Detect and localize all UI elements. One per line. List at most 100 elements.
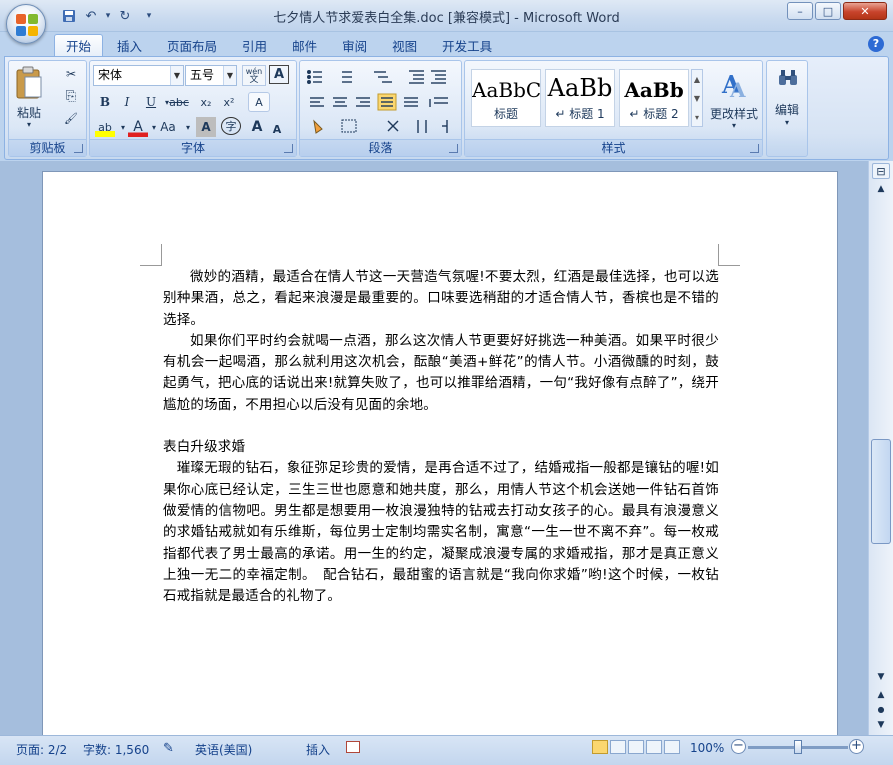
style-sample: AaBb <box>547 74 613 102</box>
draft-view-icon[interactable] <box>664 740 680 754</box>
change-styles-button[interactable]: A A 更改样式 ▾ <box>707 65 761 137</box>
styles-label: 样式 <box>465 139 762 156</box>
styles-launcher-icon[interactable] <box>750 144 759 153</box>
zoom-level[interactable]: 100% <box>690 741 724 755</box>
font-launcher-icon[interactable] <box>284 144 293 153</box>
document-body[interactable]: 微妙的酒精，最适合在情人节这一天营造气氛喔!不要太烈，红酒是最佳选择，也可以选别… <box>163 267 719 607</box>
font-group: 宋体 ▼ 五号 ▼ wén 文 A B I U ▾ abc x₂ x² A ab ▾ … <box>89 60 297 157</box>
previous-page-icon[interactable]: ▲ <box>872 687 890 703</box>
tab-home[interactable]: 开始 <box>54 34 104 56</box>
editing-group[interactable]: 编辑 ▾ <box>766 60 808 157</box>
paragraph-group: 段落 <box>299 60 462 157</box>
styles-group: AaBbC 标题 AaBb ↵ 标题 1 AaBb ↵ 标题 2 ▲ ▼ ▾ A A… <box>464 60 763 157</box>
superscript-button[interactable]: x² <box>219 92 239 112</box>
outline-view-icon[interactable] <box>646 740 662 754</box>
character-border-button[interactable]: A <box>269 65 289 84</box>
subscript-button[interactable]: x₂ <box>196 92 216 112</box>
word-count[interactable]: 字数: 1,560 <box>83 741 149 758</box>
full-screen-reading-view-icon[interactable] <box>610 740 626 754</box>
tab-mailings[interactable]: 邮件 <box>281 34 328 56</box>
zoom-slider-thumb[interactable] <box>794 740 802 754</box>
print-layout-view-icon[interactable] <box>592 740 608 754</box>
cut-icon[interactable]: ✂ <box>61 64 81 84</box>
paste-dropdown-icon: ▾ <box>26 120 31 129</box>
clipboard-launcher-icon[interactable] <box>74 144 83 153</box>
close-button[interactable]: ✕ <box>843 2 887 20</box>
minimize-button[interactable]: – <box>787 2 813 20</box>
style-name: 标题 <box>493 107 518 121</box>
bold-button[interactable]: B <box>95 92 115 112</box>
font-size-value: 五号 <box>190 68 215 82</box>
paste-label: 粘贴 <box>16 106 41 120</box>
editing-button-label: 编辑 <box>774 103 799 117</box>
format-painter-icon[interactable]: 🖌 <box>61 108 81 128</box>
office-logo-icon <box>16 14 38 36</box>
style-tile-heading-1[interactable]: AaBb ↵ 标题 1 <box>545 69 615 127</box>
paragraph: 如果你们平时约会就喝一点酒，那么这次情人节更要好好挑选一种美酒。如果平时很少有机… <box>163 332 719 413</box>
font-name-value: 宋体 <box>98 68 123 82</box>
proofing-icon[interactable]: ✎ <box>163 741 174 756</box>
styles-scroll[interactable]: ▲ ▼ ▾ <box>691 69 703 127</box>
font-name-combo[interactable]: 宋体 ▼ <box>93 65 184 86</box>
tab-developer[interactable]: 开发工具 <box>431 34 503 56</box>
paragraph-launcher-icon[interactable] <box>449 144 458 153</box>
scroll-up-icon[interactable]: ▲ <box>872 181 890 197</box>
document-page[interactable]: 微妙的酒精，最适合在情人节这一天营造气氛喔!不要太烈，红酒是最佳选择，也可以选别… <box>42 171 838 735</box>
office-button[interactable] <box>6 4 46 44</box>
grow-font-button[interactable]: A <box>247 117 267 137</box>
zoom-out-button[interactable]: − <box>731 739 746 754</box>
help-icon[interactable]: ? <box>868 36 884 52</box>
crop-mark-top-right <box>718 244 740 266</box>
window-controls: – □ ✕ <box>787 2 887 20</box>
change-styles-label: 更改样式 <box>709 107 758 121</box>
ruler-toggle-icon[interactable]: ⊟ <box>872 163 890 179</box>
title-bar: ↶ ▾ ↻ ▾ 七夕情人节求爱表白全集.doc [兼容模式] - Microso… <box>0 0 893 44</box>
style-tile-heading-2[interactable]: AaBb ↵ 标题 2 <box>619 69 689 127</box>
language-indicator[interactable]: 英语(美国) <box>195 741 252 758</box>
paragraph-label: 段落 <box>300 139 461 156</box>
highlight-button[interactable]: ab <box>95 117 115 137</box>
change-case-dropdown-icon[interactable]: ▾ <box>178 117 198 137</box>
scroll-down-icon[interactable]: ▼ <box>872 669 890 685</box>
style-name: ↵ 标题 1 <box>555 107 605 121</box>
change-case-button[interactable]: Aa <box>158 117 178 137</box>
clear-formatting-button[interactable]: A <box>248 92 270 112</box>
paste-button[interactable]: 粘贴 ▾ <box>12 64 46 134</box>
strikethrough-button[interactable]: abc <box>169 92 189 112</box>
style-name: ↵ 标题 2 <box>629 107 679 121</box>
blank-paragraph <box>163 416 719 437</box>
select-browse-object-icon[interactable]: ● <box>872 702 890 718</box>
style-sample: AaBbC <box>472 78 540 102</box>
style-sample: AaBb <box>624 78 684 102</box>
paragraph: 璀璨无瑕的钻石，象征弥足珍贵的爱情，是再合适不过了，结婚戒指一般都是镶钻的喔!如… <box>163 460 719 605</box>
copy-icon[interactable]: ⎘ <box>61 86 81 106</box>
tab-page-layout[interactable]: 页面布局 <box>156 34 228 56</box>
ribbon-tabs: 开始 插入 页面布局 引用 邮件 审阅 视图 开发工具 <box>0 32 893 56</box>
tab-view[interactable]: 视图 <box>381 34 428 56</box>
maximize-button[interactable]: □ <box>815 2 841 20</box>
paragraph-tools-icon <box>306 69 448 134</box>
zoom-in-button[interactable]: + <box>849 739 864 754</box>
macro-record-icon[interactable] <box>346 741 360 753</box>
enclose-characters-button[interactable]: 字 <box>221 117 241 135</box>
tab-review[interactable]: 审阅 <box>331 34 378 56</box>
binoculars-icon <box>779 70 797 85</box>
insert-mode-indicator[interactable]: 插入 <box>306 741 330 758</box>
next-page-icon[interactable]: ▼ <box>872 717 890 733</box>
shrink-font-button[interactable]: A <box>267 119 287 139</box>
phonetic-guide-button[interactable]: wén 文 <box>242 65 266 86</box>
vertical-scrollbar[interactable]: ⊟ ▲ ▼ ▲ ● ▼ <box>868 161 893 735</box>
window-title: 七夕情人节求爱表白全集.doc [兼容模式] - Microsoft Word <box>273 11 620 26</box>
editing-dropdown-icon: ▾ <box>784 118 789 127</box>
scroll-thumb[interactable] <box>871 439 891 544</box>
change-styles-icon: A A <box>721 70 746 99</box>
style-tile-title[interactable]: AaBbC 标题 <box>471 69 541 127</box>
tab-insert[interactable]: 插入 <box>106 34 153 56</box>
tab-references[interactable]: 引用 <box>231 34 278 56</box>
font-size-combo[interactable]: 五号 ▼ <box>185 65 237 86</box>
character-shading-button[interactable]: A <box>196 117 216 137</box>
page-count[interactable]: 页面: 2/2 <box>16 741 67 758</box>
clipboard-group: 粘贴 ▾ ✂ ⎘ 🖌 剪贴板 <box>8 60 87 157</box>
italic-button[interactable]: I <box>117 92 137 112</box>
web-layout-view-icon[interactable] <box>628 740 644 754</box>
